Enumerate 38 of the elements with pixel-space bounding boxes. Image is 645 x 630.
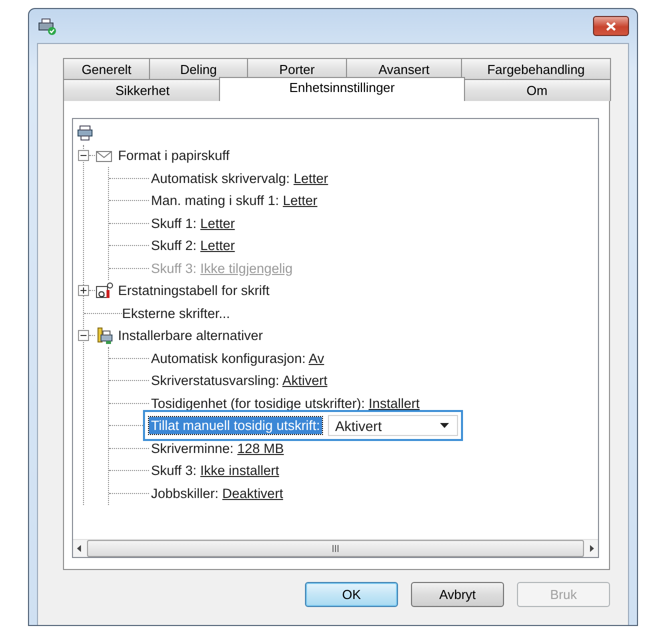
- font-icon: [96, 282, 113, 298]
- tab[interactable]: Enhetsinnstillinger: [219, 77, 465, 101]
- printer-icon: [76, 124, 94, 142]
- tab[interactable]: Avansert: [346, 58, 462, 79]
- setting-item[interactable]: Skuff 3: Ikke installert: [149, 463, 282, 478]
- printer-icon: [37, 16, 57, 36]
- value-dropdown[interactable]: Aktivert: [328, 415, 458, 436]
- grip-icon: [332, 545, 339, 552]
- setting-item[interactable]: Skriverstatusvarsling: Aktivert: [149, 373, 330, 388]
- tree-group[interactable]: Erstatningstabell for skrift: [118, 283, 270, 298]
- tab[interactable]: Fargebehandling: [461, 58, 611, 79]
- close-button[interactable]: [593, 16, 629, 36]
- tab[interactable]: Sikkerhet: [63, 79, 222, 101]
- tab[interactable]: Om: [463, 79, 611, 101]
- setting-label[interactable]: Tillat manuell tosidig utskrift:: [149, 417, 322, 434]
- setting-item[interactable]: Skriverminne: 128 MB: [149, 440, 286, 456]
- expander-button[interactable]: [78, 285, 89, 296]
- dialog-button[interactable]: Avbryt: [411, 582, 504, 607]
- printer-options-icon: [98, 327, 112, 344]
- setting-item[interactable]: Skuff 1: Letter: [149, 216, 237, 231]
- tab[interactable]: Generelt: [63, 58, 150, 79]
- tree-group[interactable]: Installerbare alternativer: [118, 328, 263, 344]
- expander-button[interactable]: [78, 330, 89, 342]
- expander-button[interactable]: [78, 150, 89, 162]
- tab[interactable]: Porter: [247, 58, 347, 79]
- setting-item[interactable]: Man. mating i skuff 1: Letter: [149, 193, 320, 208]
- caret-icon: [440, 423, 450, 428]
- setting-item[interactable]: Tosidigenhet (for tosidige utskrifter): Installert: [149, 396, 422, 411]
- close-icon: [606, 22, 616, 30]
- tree-item[interactable]: Eksterne skrifter...: [122, 306, 230, 321]
- tab[interactable]: Deling: [149, 58, 248, 79]
- setting-item[interactable]: Jobbskiller: Deaktivert: [149, 486, 286, 501]
- tree-group[interactable]: Format i papirskuff: [118, 148, 230, 164]
- setting-item[interactable]: Automatisk konfigurasjon: Av: [149, 350, 326, 366]
- setting-item[interactable]: Skuff 2: Letter: [149, 238, 237, 254]
- envelope-icon: [96, 150, 112, 162]
- setting-item[interactable]: Automatisk skrivervalg: Letter: [149, 170, 330, 186]
- dialog-button[interactable]: OK: [305, 582, 398, 607]
